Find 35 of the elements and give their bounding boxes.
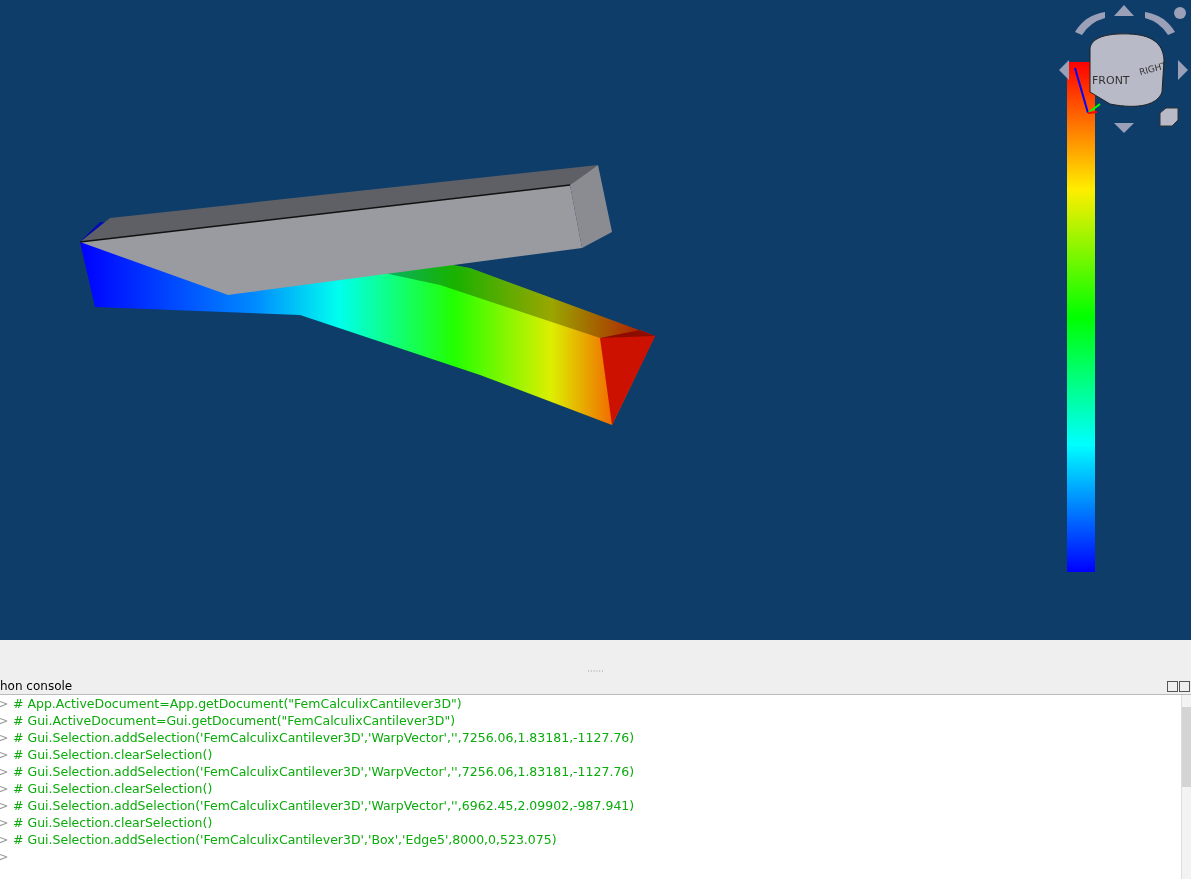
prompt-marker: > <box>0 780 10 799</box>
prompt-marker: > <box>0 712 10 731</box>
nav-cube[interactable]: FRONT RIGHT <box>1089 33 1168 107</box>
front-face-label[interactable]: FRONT <box>1092 74 1130 87</box>
console-line: # Gui.Selection.addSelection('FemCalculixCantilever3D','WarpVector','',7256.06,1.83181,-1127.76) <box>13 729 635 748</box>
console-line: # Gui.Selection.addSelection('FemCalculixCantilever3D','WarpVector','',6962.45,2.09902,-987.941) <box>13 797 635 816</box>
console-line: # Gui.Selection.addSelection('FemCalculixCantilever3D','WarpVector','',7256.06,1.83181,-1127.76) <box>13 763 635 782</box>
prompt-marker: > <box>0 797 10 816</box>
left-arrow-icon[interactable] <box>1059 60 1069 80</box>
right-arrow-icon[interactable] <box>1178 60 1188 80</box>
up-arrow-icon[interactable] <box>1114 5 1134 16</box>
scrollbar[interactable] <box>1181 695 1191 879</box>
console-line: # Gui.Selection.clearSelection() <box>13 814 213 833</box>
console-line: # Gui.Selection.addSelection('FemCalculixCantilever3D','Box','Edge5',8000,0,523.075) <box>13 831 557 850</box>
prompt-marker: > <box>0 695 10 714</box>
console-line: # Gui.ActiveDocument=Gui.getDocument("FemCalculixCantilever3D") <box>13 712 456 731</box>
close-icon[interactable] <box>1179 680 1190 692</box>
prompt-marker: > <box>0 814 10 833</box>
cube-icon[interactable] <box>1159 107 1179 127</box>
right-face-label[interactable]: RIGHT <box>1138 60 1168 78</box>
down-arrow-icon[interactable] <box>1114 123 1134 133</box>
console-line: # App.ActiveDocument=App.getDocument("FemCalculixCantilever3D") <box>13 695 462 714</box>
rotate-left-icon[interactable] <box>1075 12 1105 35</box>
rotate-right-icon[interactable] <box>1145 12 1175 35</box>
menu-dot-icon[interactable] <box>1174 7 1186 19</box>
prompt-marker: > <box>0 729 10 748</box>
3d-viewport[interactable]: FRONT RIGHT <box>0 0 1191 640</box>
console-line: # Gui.Selection.clearSelection() <box>13 780 213 799</box>
prompt-marker: > <box>0 746 10 765</box>
prompt-marker: > <box>0 848 10 867</box>
float-icon[interactable] <box>1167 680 1178 692</box>
prompt-marker: > <box>0 831 10 850</box>
prompt-marker: > <box>0 763 10 782</box>
panel-title: hon console <box>0 678 73 695</box>
console-line: # Gui.Selection.clearSelection() <box>13 746 213 765</box>
